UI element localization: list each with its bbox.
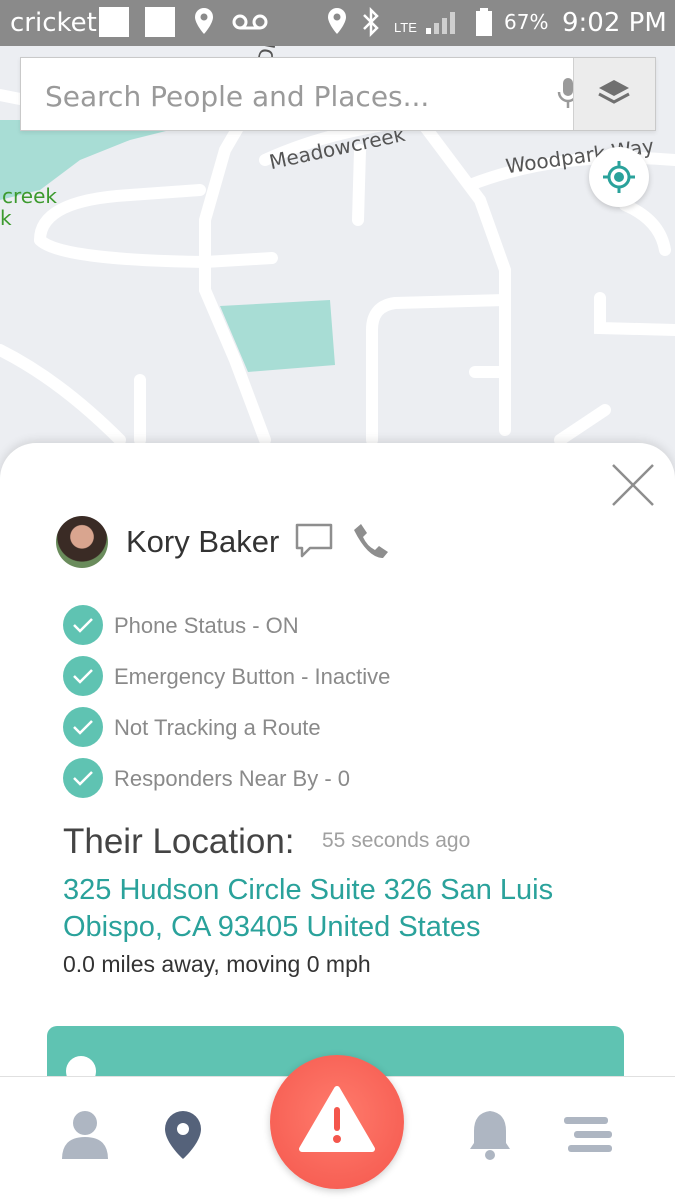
notification-icon: [99, 7, 129, 37]
emergency-alert-button[interactable]: [270, 1055, 404, 1189]
location-pin-icon: [195, 8, 213, 34]
crosshair-icon: [603, 161, 635, 193]
status-label: Not Tracking a Route: [114, 715, 321, 740]
distance-speed: 0.0 miles away, moving 0 mph: [63, 951, 371, 977]
voicemail-icon: [232, 14, 268, 30]
notification-icon: [145, 7, 175, 37]
status-label: Emergency Button - Inactive: [114, 664, 391, 689]
check-icon: [63, 758, 103, 798]
contact-name: Kory Baker: [126, 524, 280, 559]
search-input[interactable]: Search People and Places...: [45, 80, 429, 113]
location-pin-icon[interactable]: [162, 1109, 204, 1161]
search-bar[interactable]: Search People and Places...: [20, 57, 656, 131]
avatar[interactable]: [56, 516, 108, 568]
carrier-name: cricket: [10, 8, 97, 38]
status-label: Phone Status - ON: [114, 613, 299, 638]
check-icon: [63, 656, 103, 696]
phone-icon[interactable]: [352, 522, 390, 560]
person-icon[interactable]: [60, 1109, 110, 1161]
location-heading: Their Location:: [63, 822, 295, 861]
alert-icon: [299, 1086, 375, 1152]
chat-icon[interactable]: [294, 522, 334, 560]
location-address-link[interactable]: 325 Hudson Circle Suite 326 San Luis Obi…: [63, 872, 623, 946]
bell-icon[interactable]: [468, 1107, 512, 1161]
my-location-button[interactable]: [589, 147, 649, 207]
close-icon[interactable]: [610, 462, 656, 508]
network-type: LTE: [394, 20, 417, 35]
battery-percent: 67%: [504, 10, 549, 34]
park-label: k: [0, 206, 12, 230]
menu-icon[interactable]: [562, 1115, 614, 1155]
layers-icon: [598, 80, 630, 104]
layers-button[interactable]: [574, 58, 655, 130]
battery-icon: [476, 8, 492, 36]
clock: 9:02 PM: [562, 8, 667, 38]
park-label: creek: [2, 184, 57, 208]
check-icon: [63, 707, 103, 747]
check-icon: [63, 605, 103, 645]
location-timestamp: 55 seconds ago: [322, 829, 471, 852]
bluetooth-icon: [363, 6, 379, 38]
signal-icon: [426, 12, 455, 34]
status-bar: cricket LTE 67% 9:02 PM: [0, 0, 675, 46]
location-pin-icon: [328, 8, 346, 34]
status-label: Responders Near By - 0: [114, 766, 350, 791]
